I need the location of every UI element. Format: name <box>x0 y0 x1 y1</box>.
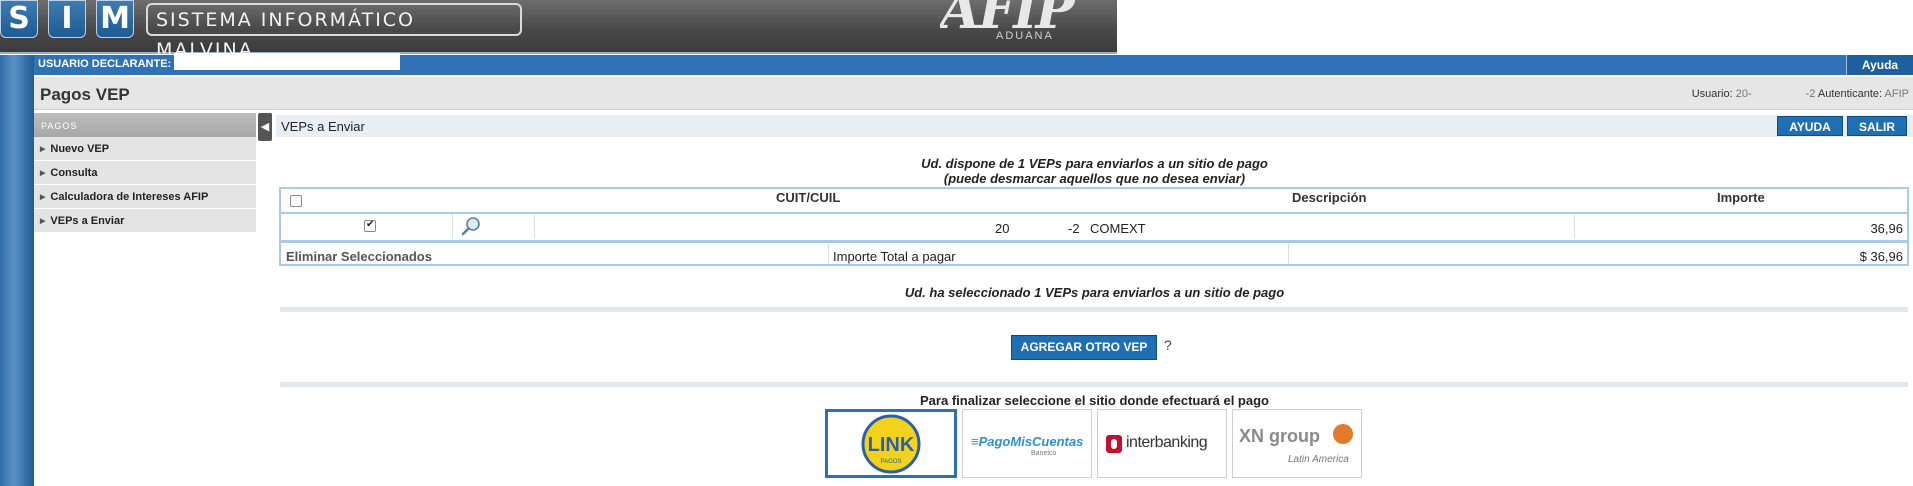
add-vep-button[interactable]: AGREGAR OTRO VEP <box>1011 335 1157 360</box>
link-logo: LINK PAGOS <box>861 414 921 474</box>
link-logo-text: LINK <box>868 434 915 456</box>
xngroup-text: XN group <box>1239 426 1320 446</box>
pagomiscuentas-text: PagoMisCuentas <box>978 434 1084 449</box>
info-line-2: (puede desmarcar aquellos que no desea e… <box>943 171 1246 186</box>
add-vep-help[interactable]: ? <box>1164 337 1172 353</box>
sidebar-item-label: Nuevo VEP <box>50 143 110 155</box>
payment-site-interbanking[interactable]: interbanking <box>1097 409 1227 478</box>
header-divider <box>281 212 1907 214</box>
vep-amount: 36,96 <box>1870 221 1903 236</box>
separator <box>280 307 1908 312</box>
banelco-text: Banelco <box>1031 450 1057 457</box>
column-divider <box>1288 244 1289 264</box>
pagomiscuentas-logo: ≡PagoMisCuentas <box>971 434 1083 449</box>
sidebar-header: PAGOS <box>34 113 256 137</box>
column-divider <box>1574 214 1575 238</box>
system-title: SISTEMA INFORMÁTICO MALVINA <box>146 3 522 61</box>
user-value-prefix: 20- <box>1735 88 1752 100</box>
sidebar-item-label: VEPs a Enviar <box>50 215 125 227</box>
cuit-prefix: 20 <box>995 221 1010 236</box>
info-line-1: Ud. dispone de 1 VEPs para enviarlos a u… <box>921 156 1268 171</box>
sidebar-item-label: Consulta <box>50 167 98 179</box>
sidebar-collapse-button[interactable]: ◀ <box>258 113 272 141</box>
interbanking-text: interbanking <box>1126 434 1208 451</box>
triangle-right-icon: ▶ <box>40 146 46 153</box>
triangle-right-icon: ▶ <box>40 170 46 177</box>
separator <box>280 382 1908 387</box>
row-checkbox[interactable] <box>364 219 376 232</box>
user-info: Usuario: 20- -2 Autenticante: AFIP <box>1692 88 1909 100</box>
sidebar-item-calculadora[interactable]: ▶ Calculadora de Intereses AFIP <box>34 185 256 209</box>
pagomiscuentas-prefix: ≡ <box>971 434 979 449</box>
column-divider <box>452 214 453 238</box>
column-divider <box>534 214 535 238</box>
column-header-cuit: CUIT/CUIL <box>776 190 841 205</box>
interbanking-icon-mark <box>1111 439 1117 449</box>
declarant-label: USUARIO DECLARANTE: 20 <box>38 58 187 70</box>
delete-selected-link[interactable]: Eliminar Seleccionados <box>286 249 432 264</box>
magnifier-icon[interactable] <box>460 216 482 236</box>
redacted-declarant <box>174 53 400 70</box>
vep-description: COMEXT <box>1090 221 1146 236</box>
user-value-suffix: -2 <box>1805 88 1816 100</box>
sidebar-item-nuevo-vep[interactable]: ▶ Nuevo VEP <box>34 137 256 161</box>
sidebar-item-consulta[interactable]: ▶ Consulta <box>34 161 256 185</box>
sim-letter-s: S <box>0 0 38 38</box>
total-label: Importe Total a pagar <box>833 249 956 264</box>
total-value: $ 36,96 <box>1859 249 1903 264</box>
sidebar-item-label: Calculadora de Intereses AFIP <box>50 191 209 203</box>
select-all-checkbox[interactable] <box>290 195 302 207</box>
ayuda-button[interactable]: AYUDA <box>1777 116 1843 136</box>
section-header: VEPs a Enviar <box>276 115 1913 137</box>
user-label: Usuario: <box>1691 88 1736 100</box>
finalize-message: Para finalizar seleccione el sitio donde… <box>920 393 1269 408</box>
chevron-left-icon: ◀ <box>260 121 270 133</box>
link-logo-subtext: PAGOS <box>881 459 902 465</box>
column-divider <box>828 244 829 264</box>
payment-site-pagomiscuentas[interactable]: ≡PagoMisCuentas Banelco <box>962 409 1092 478</box>
payment-site-link[interactable]: LINK PAGOS <box>825 409 957 478</box>
sim-letter-i: I <box>48 0 86 38</box>
row-divider <box>281 240 1907 243</box>
aduana-label: ADUANA <box>996 30 1054 42</box>
column-header-importe: Importe <box>1717 190 1765 205</box>
title-row: Pagos VEP Usuario: 20- -2 Autenticante: A… <box>34 77 1913 110</box>
triangle-right-icon: ▶ <box>40 218 46 225</box>
payment-site-xngroup[interactable]: XN group Latin America <box>1232 409 1362 478</box>
triangle-right-icon: ▶ <box>40 194 46 201</box>
selected-message: Ud. ha seleccionado 1 VEPs para enviarlo… <box>904 285 1285 300</box>
sim-letter-m: M <box>96 0 134 38</box>
xngroup-icon <box>1333 424 1353 444</box>
sidebar: PAGOS ▶ Nuevo VEP ▶ Consulta ▶ Calculadora … <box>34 113 256 233</box>
xngroup-subtext: Latin America <box>1288 454 1349 465</box>
auth-label: Autenticante: <box>1815 88 1885 100</box>
sidebar-item-veps-a-enviar[interactable]: ▶ VEPs a Enviar <box>34 209 256 233</box>
section-title: VEPs a Enviar <box>281 119 365 134</box>
page-title: Pagos VEP <box>40 85 130 104</box>
help-link[interactable]: Ayuda <box>1846 55 1913 75</box>
column-header-descripcion: Descripción <box>1292 190 1367 205</box>
auth-value: AFIP <box>1884 88 1909 100</box>
salir-button[interactable]: SALIR <box>1847 116 1907 136</box>
cuit-suffix: -2 <box>1068 221 1080 236</box>
header-banner: S I M SISTEMA INFORMÁTICO MALVINA AFIP A… <box>0 0 1117 61</box>
interbanking-icon <box>1106 435 1122 453</box>
left-decorative-stripe <box>0 55 34 486</box>
